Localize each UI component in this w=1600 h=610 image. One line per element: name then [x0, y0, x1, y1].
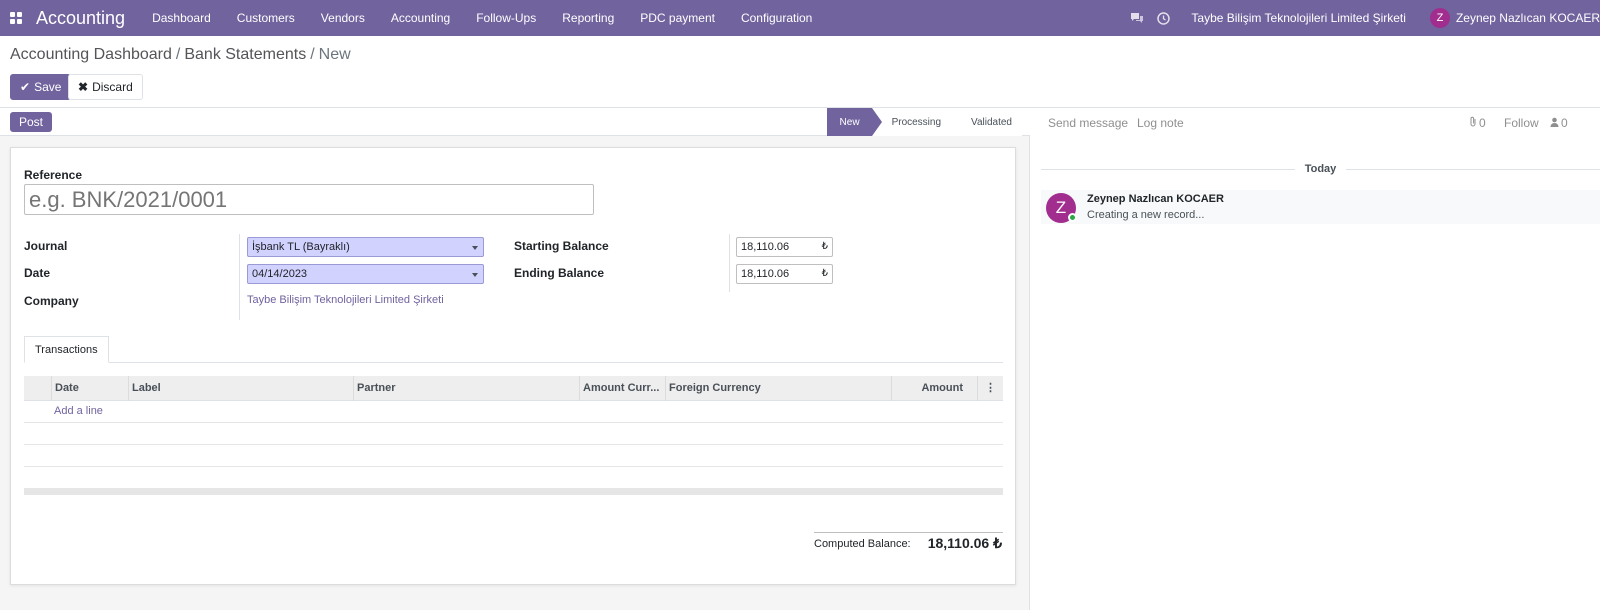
- attachments-button[interactable]: 0: [1469, 116, 1486, 130]
- tab-transactions[interactable]: Transactions: [24, 336, 109, 363]
- online-status-icon: [1068, 213, 1077, 222]
- form-view: Post New Processing Validated Reference …: [0, 108, 1030, 610]
- currency-symbol: ₺: [821, 268, 828, 279]
- optional-columns-icon[interactable]: ⋮: [977, 376, 1003, 401]
- today-label: Today: [1304, 163, 1337, 175]
- company-label: Company: [24, 294, 79, 308]
- chatter-panel: Send message Log note 0 Follow 0 Today Z…: [1031, 108, 1600, 610]
- status-stages: New Processing Validated: [826, 108, 1022, 136]
- menu-configuration[interactable]: Configuration: [728, 0, 825, 36]
- activity-clock-icon[interactable]: [1150, 0, 1177, 36]
- currency-symbol: ₺: [821, 241, 828, 252]
- save-button[interactable]: ✔ Save: [10, 74, 72, 100]
- user-menu[interactable]: Zeynep Nazlıcan KOCAER: [1456, 11, 1600, 25]
- menu-accounting[interactable]: Accounting: [378, 0, 463, 36]
- app-brand[interactable]: Accounting: [36, 8, 125, 29]
- breadcrumb-separator: /: [175, 46, 181, 63]
- ending-balance-label: Ending Balance: [514, 266, 605, 280]
- breadcrumb-current: New: [318, 46, 351, 63]
- field-separator: [239, 234, 240, 320]
- stage-processing: Processing: [871, 108, 952, 136]
- menu-pdc-payment[interactable]: PDC payment: [627, 0, 728, 36]
- ending-balance-value: 18,110.06: [741, 268, 790, 280]
- column-date[interactable]: Date: [51, 376, 128, 401]
- reference-input[interactable]: [24, 184, 594, 215]
- starting-balance-input[interactable]: 18,110.06 ₺: [736, 237, 833, 257]
- chat-icon[interactable]: [1123, 0, 1150, 36]
- log-note-button[interactable]: Log note: [1137, 116, 1184, 130]
- attachments-count: 0: [1479, 116, 1486, 130]
- message-author[interactable]: Zeynep Nazlıcan KOCAER: [1087, 193, 1224, 205]
- menu-customers[interactable]: Customers: [224, 0, 308, 36]
- statusbar: Post New Processing Validated: [0, 108, 1030, 136]
- company-value[interactable]: Taybe Bilişim Teknolojileri Limited Şirk…: [247, 294, 444, 306]
- add-line-link[interactable]: Add a line: [24, 401, 1003, 422]
- journal-value: İşbank TL (Bayraklı): [252, 241, 350, 253]
- followers-button[interactable]: 0: [1550, 116, 1568, 130]
- breadcrumb-bank-statements[interactable]: Bank Statements: [184, 46, 306, 64]
- menu-follow-ups[interactable]: Follow-Ups: [463, 0, 549, 36]
- balance-divider: [814, 532, 1003, 533]
- transactions-table: Date Label Partner Amount Curr... Foreig…: [24, 376, 1003, 489]
- check-icon: ✔: [20, 80, 31, 94]
- message-body: Creating a new record...: [1087, 209, 1205, 221]
- followers-count: 0: [1561, 116, 1568, 130]
- reference-label: Reference: [24, 168, 83, 182]
- date-label: Date: [24, 266, 51, 280]
- column-partner[interactable]: Partner: [353, 376, 579, 401]
- table-row: [24, 467, 1003, 489]
- date-separator: Today: [1041, 162, 1600, 176]
- save-label: Save: [34, 80, 62, 94]
- starting-balance-value: 18,110.06: [741, 241, 790, 253]
- top-navbar: Accounting Dashboard Customers Vendors A…: [0, 0, 1600, 36]
- table-row: [24, 445, 1003, 467]
- stage-validated: Validated: [951, 108, 1022, 136]
- breadcrumb-accounting-dashboard[interactable]: Accounting Dashboard: [10, 46, 172, 64]
- company-switcher[interactable]: Taybe Bilişim Teknolojileri Limited Şirk…: [1191, 11, 1406, 25]
- menu-vendors[interactable]: Vendors: [308, 0, 378, 36]
- chevron-down-icon: [472, 273, 478, 277]
- journal-label: Journal: [24, 239, 68, 253]
- chatter-topbar: Send message Log note 0 Follow 0: [1031, 108, 1600, 136]
- close-icon: ✖: [78, 80, 89, 94]
- tab-underline: [24, 362, 1003, 363]
- table-row: Add a line: [24, 401, 1003, 423]
- discard-button[interactable]: ✖ Discard: [68, 74, 143, 100]
- column-amount-currency[interactable]: Amount Curr...: [579, 376, 665, 401]
- computed-balance-label: Computed Balance:: [814, 538, 911, 550]
- field-separator: [729, 234, 730, 292]
- table-row: [24, 423, 1003, 445]
- send-message-button[interactable]: Send message: [1048, 116, 1128, 130]
- stage-new: New: [826, 108, 882, 136]
- post-button[interactable]: Post: [10, 112, 53, 132]
- table-footer: [24, 489, 1003, 495]
- form-sheet: Reference Journal Date Company İşbank TL…: [10, 147, 1016, 585]
- computed-balance-value: 18,110.06 ₺: [927, 535, 1002, 551]
- table-header: Date Label Partner Amount Curr... Foreig…: [24, 376, 1003, 401]
- starting-balance-label: Starting Balance: [514, 239, 609, 253]
- chatter-message: Z Zeynep Nazlıcan KOCAER Creating a new …: [1041, 190, 1600, 224]
- follow-button[interactable]: Follow: [1504, 116, 1539, 130]
- breadcrumb-separator: /: [310, 46, 315, 63]
- breadcrumb: Accounting Dashboard / Bank Statements /…: [10, 46, 351, 64]
- column-label[interactable]: Label: [128, 376, 353, 401]
- date-value: 04/14/2023: [252, 268, 308, 280]
- date-picker[interactable]: 04/14/2023: [247, 264, 484, 284]
- menu-dashboard[interactable]: Dashboard: [139, 0, 224, 36]
- discard-label: Discard: [92, 80, 133, 94]
- ending-balance-input[interactable]: 18,110.06 ₺: [736, 264, 833, 284]
- column-amount[interactable]: Amount: [891, 376, 977, 401]
- menu-reporting[interactable]: Reporting: [549, 0, 627, 36]
- handle-column: [24, 376, 51, 401]
- user-icon: [1550, 116, 1559, 130]
- user-avatar[interactable]: Z: [1429, 8, 1450, 28]
- apps-menu-icon[interactable]: [0, 0, 32, 36]
- paperclip-icon: [1469, 116, 1477, 130]
- column-foreign-currency[interactable]: Foreign Currency: [665, 376, 891, 401]
- journal-select[interactable]: İşbank TL (Bayraklı): [247, 237, 484, 257]
- chevron-down-icon: [472, 246, 478, 250]
